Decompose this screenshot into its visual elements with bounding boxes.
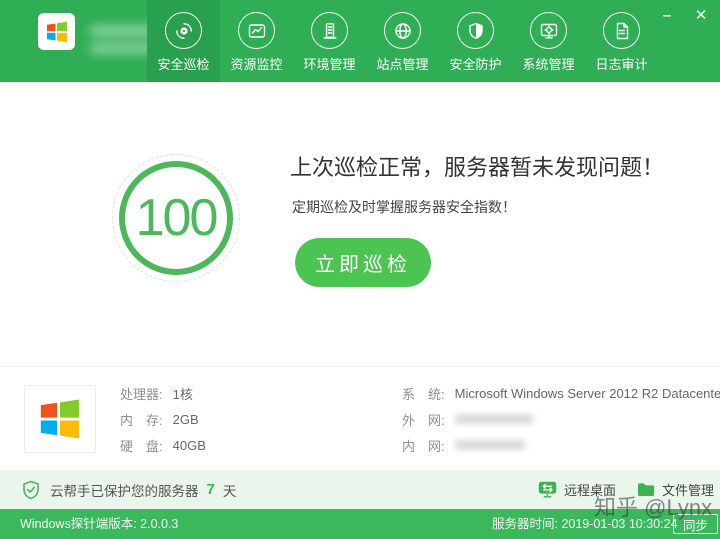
os-row: 系 统: Microsoft Windows Server 2012 R2 Da… (402, 380, 720, 406)
status-bar: Windows探针端版本: 2.0.0.3 服务器时间: 2019-01-03 … (0, 509, 720, 539)
monitor-chart-icon (238, 12, 275, 49)
tab-log-audit[interactable]: 日志审计 (585, 0, 658, 82)
tab-environment-management[interactable]: 环境管理 (293, 0, 366, 82)
main-nav: 安全巡检 资源监控 (147, 0, 658, 82)
memory-value: 2GB (173, 412, 199, 427)
lan-ip-blurred (455, 440, 525, 450)
minimize-button[interactable]: – (656, 6, 678, 26)
security-score-value: 100 (136, 188, 217, 248)
app-header: 安全巡检 资源监控 (0, 0, 720, 82)
remote-desktop-icon (538, 481, 557, 498)
close-button[interactable]: ✕ (690, 6, 712, 26)
tab-label: 日志审计 (595, 54, 647, 73)
protected-days-count: 7 (207, 481, 215, 498)
server-info-right-column: 系 统: Microsoft Windows Server 2012 R2 Da… (402, 380, 720, 458)
tab-security-protection[interactable]: 安全防护 (439, 0, 512, 82)
server-building-icon (311, 12, 348, 49)
wan-label: 外 网: (402, 410, 445, 429)
tab-label: 系统管理 (522, 54, 574, 73)
wan-row: 外 网: (402, 406, 720, 432)
tab-site-management[interactable]: 站点管理 (366, 0, 439, 82)
remote-desktop-label: 远程桌面 (564, 480, 616, 499)
os-logo-box (24, 385, 96, 453)
tab-label: 站点管理 (376, 54, 428, 73)
windows-logo-icon (37, 396, 83, 442)
server-time-text: 服务器时间: 2019-01-03 10:30:24 (492, 509, 678, 539)
log-document-icon (603, 12, 640, 49)
tab-label: 安全巡检 (157, 54, 209, 73)
lan-label: 内 网: (402, 436, 445, 455)
section-divider (0, 366, 720, 367)
protection-text-after: 天 (223, 480, 237, 500)
shield-half-icon (457, 12, 494, 49)
security-score-circle: 100 (119, 161, 233, 275)
tab-label: 资源监控 (230, 54, 282, 73)
protection-status: 云帮手已保护您的服务器 7 天 (22, 470, 236, 509)
disk-row: 硬 盘: 40GB (120, 432, 206, 458)
lan-row: 内 网: (402, 432, 720, 458)
app-window: 安全巡检 资源监控 (0, 0, 720, 539)
tab-label: 环境管理 (303, 54, 355, 73)
system-gear-icon (530, 12, 567, 49)
inspection-result-subtitle: 定期巡检及时掌握服务器安全指数！ (292, 197, 516, 217)
protection-text: 云帮手已保护您的服务器 7 天 (50, 480, 236, 500)
cpu-row: 处理器: 1核 (120, 380, 206, 406)
tab-system-management[interactable]: 系统管理 (512, 0, 585, 82)
disk-label: 硬 盘: (120, 436, 163, 455)
memory-row: 内 存: 2GB (120, 406, 206, 432)
file-manager-label: 文件管理 (662, 480, 714, 499)
cpu-label: 处理器: (120, 384, 163, 403)
memory-label: 内 存: (120, 410, 163, 429)
server-info-left-column: 处理器: 1核 内 存: 2GB 硬 盘: 40GB (120, 380, 206, 458)
sync-button[interactable]: 同步 (673, 514, 718, 534)
agent-version-text: Windows探针端版本: 2.0.0.3 (20, 509, 178, 539)
os-value: Microsoft Windows Server 2012 R2 Datacen… (455, 386, 720, 401)
disk-value: 40GB (173, 438, 206, 453)
app-logo-box (38, 13, 75, 50)
file-manager-button[interactable]: 文件管理 (637, 470, 714, 509)
shield-check-icon (22, 480, 40, 500)
cpu-value: 1核 (173, 384, 193, 403)
protection-bar: 云帮手已保护您的服务器 7 天 远程桌面 文件管理 (0, 470, 720, 509)
folder-icon (637, 482, 655, 497)
remote-desktop-button[interactable]: 远程桌面 (538, 470, 616, 509)
os-label: 系 统: (402, 384, 445, 403)
tab-label: 安全防护 (449, 54, 501, 73)
inspect-now-button[interactable]: 立即巡检 (295, 238, 431, 287)
scan-icon (165, 12, 202, 49)
tab-resource-monitor[interactable]: 资源监控 (220, 0, 293, 82)
window-controls: – ✕ (656, 6, 712, 26)
windows-logo-icon (45, 20, 69, 44)
inspection-result-title: 上次巡检正常，服务器暂未发现问题！ (290, 150, 664, 182)
wan-ip-blurred (455, 414, 533, 424)
tab-security-inspection[interactable]: 安全巡检 (147, 0, 220, 82)
globe-icon (384, 12, 421, 49)
protection-text-before: 云帮手已保护您的服务器 (50, 480, 199, 500)
